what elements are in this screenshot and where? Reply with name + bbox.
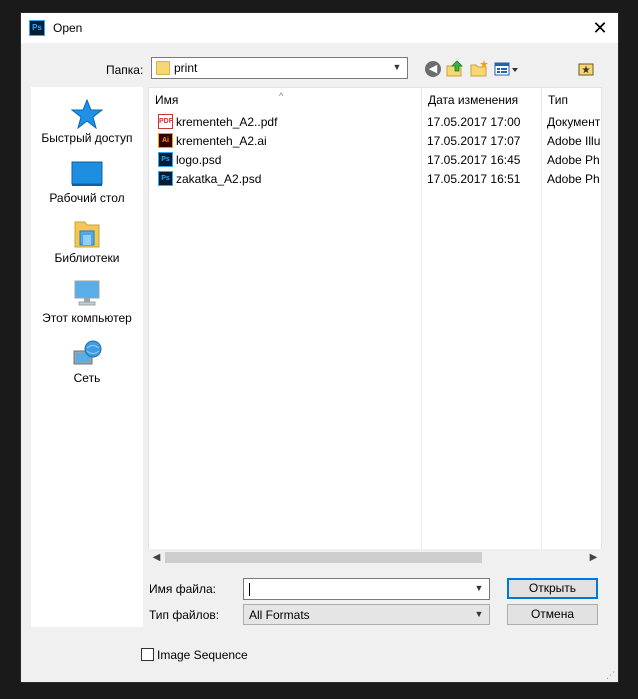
desktop-shortcut-icon xyxy=(578,63,594,76)
place-label: Рабочий стол xyxy=(49,191,125,205)
view-menu-button[interactable] xyxy=(493,59,519,79)
image-sequence-label: Image Sequence xyxy=(157,648,248,662)
desktop-icon xyxy=(71,161,103,186)
scrollbar-thumb[interactable] xyxy=(165,552,482,563)
place-label: Библиотеки xyxy=(54,251,120,265)
open-dialog: Ps Open ✕ Папка: print ▼ ◀ Быстрый досту… xyxy=(20,12,619,683)
text-caret xyxy=(249,583,250,596)
place-libraries[interactable]: Библиотеки xyxy=(31,213,143,273)
psd-file-icon: Ps xyxy=(158,152,173,167)
network-icon xyxy=(73,340,102,365)
file-name: krementeh_A2..pdf xyxy=(176,115,278,129)
filename-combo[interactable]: ▼ xyxy=(243,578,490,600)
scroll-left-icon[interactable]: ◀ xyxy=(148,549,165,566)
file-date: 17.05.2017 17:07 xyxy=(427,134,521,148)
column-header-type[interactable]: Тип xyxy=(541,88,603,110)
filetype-dropdown[interactable]: All Formats ▼ xyxy=(243,604,490,625)
view-menu-icon xyxy=(494,62,518,76)
close-icon: ✕ xyxy=(592,18,608,38)
ai-file-icon: Ai xyxy=(158,133,173,148)
libraries-icon xyxy=(74,221,100,248)
new-folder-button[interactable] xyxy=(469,59,489,79)
file-name: krementeh_A2.ai xyxy=(176,134,267,148)
place-label: Сеть xyxy=(73,371,101,385)
pdf-file-icon: PDF xyxy=(158,114,173,129)
close-button[interactable]: ✕ xyxy=(590,18,610,38)
file-type: Adobe Illu xyxy=(547,134,601,148)
file-row[interactable]: Ai krementeh_A2.ai 17.05.2017 17:07 Adob… xyxy=(149,131,603,150)
chevron-down-icon: ▼ xyxy=(474,609,484,619)
column-header-label: Дата изменения xyxy=(428,93,519,107)
file-type: Документ xyxy=(547,115,601,129)
filetype-value: All Formats xyxy=(249,608,310,622)
file-type: Adobe Ph xyxy=(547,153,600,167)
place-this-computer[interactable]: Этот компьютер xyxy=(31,273,143,333)
places-bar: Быстрый доступ Рабочий стол Библиотеки Э… xyxy=(31,87,143,627)
psd-file-icon: Ps xyxy=(158,171,173,186)
back-icon: ◀ xyxy=(425,61,441,77)
place-label: Быстрый доступ xyxy=(41,131,133,145)
file-name: logo.psd xyxy=(176,153,222,167)
chevron-down-icon: ▼ xyxy=(392,62,402,72)
computer-icon xyxy=(74,280,100,306)
file-date: 17.05.2017 16:51 xyxy=(427,172,521,186)
column-header-date[interactable]: Дата изменения xyxy=(421,88,541,110)
title-bar[interactable]: Ps Open ✕ xyxy=(21,13,618,43)
up-folder-icon xyxy=(446,60,463,77)
star-icon xyxy=(71,99,103,129)
place-label: Этот компьютер xyxy=(42,311,132,325)
file-name: zakatka_A2.psd xyxy=(176,172,262,186)
chevron-down-icon[interactable]: ▼ xyxy=(473,582,485,594)
sort-ascending-icon: ^ xyxy=(279,91,284,101)
column-header-label: Имя xyxy=(155,93,179,107)
back-button[interactable]: ◀ xyxy=(423,59,443,79)
cancel-button[interactable]: Отмена xyxy=(507,604,598,625)
lookin-value: print xyxy=(174,61,198,75)
horizontal-scrollbar[interactable]: ◀ ▶ xyxy=(148,549,602,566)
place-quick-access[interactable]: Быстрый доступ xyxy=(31,93,143,153)
column-header-name[interactable]: ^ Имя xyxy=(149,88,421,110)
desktop-shortcut-button[interactable] xyxy=(576,59,596,79)
column-header-label: Тип xyxy=(548,93,569,107)
new-folder-icon xyxy=(470,60,488,77)
place-desktop[interactable]: Рабочий стол xyxy=(31,153,143,213)
place-network[interactable]: Сеть xyxy=(31,333,143,393)
image-sequence-checkbox[interactable] xyxy=(141,648,154,661)
file-row[interactable]: Ps logo.psd 17.05.2017 16:45 Adobe Ph xyxy=(149,150,603,169)
folder-icon xyxy=(156,61,170,75)
file-type: Adobe Ph xyxy=(547,172,600,186)
file-list[interactable]: ^ Имя Дата изменения Тип PDF krementeh_A… xyxy=(148,87,603,558)
file-date: 17.05.2017 16:45 xyxy=(427,153,521,167)
open-button[interactable]: Открыть xyxy=(507,578,598,599)
photoshop-app-icon: Ps xyxy=(29,20,45,36)
lookin-label: Папка: xyxy=(106,63,144,77)
file-row[interactable]: Ps zakatka_A2.psd 17.05.2017 16:51 Adobe… xyxy=(149,169,603,188)
resize-grip-icon[interactable]: ⋰ xyxy=(606,670,616,680)
scroll-right-icon[interactable]: ▶ xyxy=(585,549,602,566)
filename-input[interactable] xyxy=(247,581,467,597)
file-date: 17.05.2017 17:00 xyxy=(427,115,521,129)
file-row[interactable]: PDF krementeh_A2..pdf 17.05.2017 17:00 Д… xyxy=(149,112,603,131)
up-folder-button[interactable] xyxy=(445,59,465,79)
window-title: Open xyxy=(53,21,83,35)
filetype-label: Тип файлов: xyxy=(149,608,220,622)
filename-label: Имя файла: xyxy=(149,582,216,596)
lookin-dropdown[interactable]: print ▼ xyxy=(151,57,408,79)
